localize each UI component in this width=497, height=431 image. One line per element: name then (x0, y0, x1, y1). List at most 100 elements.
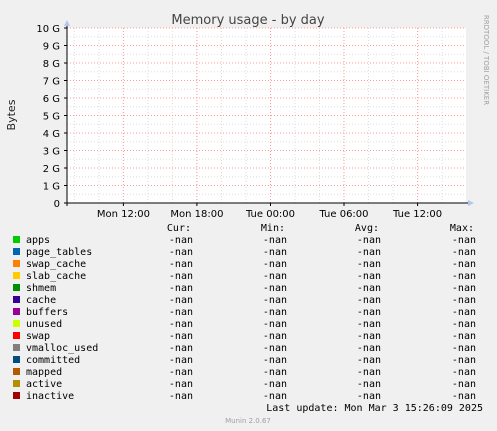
legend-series-name: committed (26, 355, 80, 366)
y-tick-label: 3 G (43, 147, 60, 158)
legend-value-cur: -nan (169, 331, 193, 342)
y-tick-label: 6 G (43, 94, 60, 105)
legend-series-name: cache (26, 295, 56, 306)
legend-header: Min: (261, 223, 285, 234)
x-tick-label: Tue 00:00 (245, 209, 295, 220)
y-axis-ticks: 0 1 G 2 G 3 G 4 G 5 G 6 G 7 G 8 G 9 G 10 G (36, 24, 67, 210)
legend-value-min: -nan (263, 295, 287, 306)
x-tick-label: Tue 12:00 (392, 209, 442, 220)
legend-value-avg: -nan (357, 355, 381, 366)
legend-value-min: -nan (263, 379, 287, 390)
x-tick-label: Tue 06:00 (318, 209, 368, 220)
legend-value-min: -nan (263, 331, 287, 342)
legend-swatch (13, 344, 20, 351)
last-update-text: Last update: Mon Mar 3 15:26:09 2025 (266, 403, 483, 414)
legend-value-avg: -nan (357, 271, 381, 282)
legend-value-min: -nan (263, 235, 287, 246)
legend-swatch (13, 308, 20, 315)
legend-value-max: -nan (452, 367, 476, 378)
legend-value-max: -nan (452, 319, 476, 330)
legend-swatch (13, 260, 20, 267)
legend-value-max: -nan (452, 355, 476, 366)
chart-title: Memory usage - by day (171, 13, 324, 28)
x-axis-arrow (468, 200, 474, 206)
legend-value-cur: -nan (169, 307, 193, 318)
legend-series-name: buffers (26, 307, 68, 318)
legend-value-max: -nan (452, 271, 476, 282)
x-tick-label: Mon 12:00 (97, 209, 150, 220)
legend-value-avg: -nan (357, 259, 381, 270)
legend-value-cur: -nan (169, 235, 193, 246)
legend-header: Cur: (167, 223, 191, 234)
legend-series-name: swap (26, 331, 50, 342)
legend-series-name: slab_cache (26, 271, 86, 282)
legend-series-name: active (26, 379, 62, 390)
legend-value-max: -nan (452, 247, 476, 258)
legend-value-avg: -nan (357, 379, 381, 390)
munin-version-footer: Munin 2.0.67 (225, 417, 271, 425)
legend-series-name: inactive (26, 391, 74, 402)
legend-value-max: -nan (452, 331, 476, 342)
y-tick-label: 9 G (43, 42, 60, 53)
legend-value-min: -nan (263, 343, 287, 354)
x-axis-ticks: Mon 12:00 Mon 18:00 Tue 00:00 Tue 06:00 Tue … (97, 203, 442, 220)
legend-value-min: -nan (263, 367, 287, 378)
legend-series-name: swap_cache (26, 259, 86, 270)
legend-value-min: -nan (263, 271, 287, 282)
legend-swatch (13, 392, 20, 399)
legend-value-max: -nan (452, 295, 476, 306)
legend-series-name: unused (26, 319, 62, 330)
legend-value-max: -nan (452, 343, 476, 354)
rrdtool-watermark: RRDTOOL / TOBI OETIKER (482, 15, 490, 105)
legend-value-cur: -nan (169, 259, 193, 270)
legend-value-avg: -nan (357, 331, 381, 342)
legend-value-max: -nan (452, 235, 476, 246)
legend-value-cur: -nan (169, 391, 193, 402)
legend-swatch (13, 368, 20, 375)
legend-value-avg: -nan (357, 247, 381, 258)
legend-header: Avg: (355, 223, 379, 234)
y-axis-label: Bytes (5, 99, 18, 130)
legend-value-cur: -nan (169, 355, 193, 366)
legend-value-min: -nan (263, 355, 287, 366)
legend-value-avg: -nan (357, 307, 381, 318)
y-tick-label: 2 G (43, 164, 60, 175)
legend-value-avg: -nan (357, 235, 381, 246)
legend-series-name: vmalloc_used (26, 343, 98, 354)
legend-value-max: -nan (452, 379, 476, 390)
legend-value-min: -nan (263, 307, 287, 318)
legend-value-cur: -nan (169, 295, 193, 306)
legend: Cur: Min: Avg: Max:apps -nan -nan -nan -nanpage… (13, 223, 476, 402)
legend-swatch (13, 272, 20, 279)
legend-value-min: -nan (263, 247, 287, 258)
legend-value-avg: -nan (357, 391, 381, 402)
legend-value-min: -nan (263, 283, 287, 294)
y-tick-label: 5 G (43, 112, 60, 123)
legend-value-avg: -nan (357, 343, 381, 354)
legend-value-cur: -nan (169, 319, 193, 330)
y-axis-arrow (64, 20, 70, 26)
legend-swatch (13, 320, 20, 327)
x-tick-label: Mon 18:00 (170, 209, 223, 220)
legend-swatch (13, 356, 20, 363)
y-tick-label: 8 G (43, 59, 60, 70)
legend-swatch (13, 332, 20, 339)
legend-value-cur: -nan (169, 283, 193, 294)
legend-value-avg: -nan (357, 295, 381, 306)
legend-value-avg: -nan (357, 283, 381, 294)
legend-value-min: -nan (263, 391, 287, 402)
y-tick-label: 0 (54, 199, 60, 210)
legend-value-min: -nan (263, 319, 287, 330)
legend-value-cur: -nan (169, 367, 193, 378)
legend-series-name: shmem (26, 283, 56, 294)
memory-usage-chart: Memory usage - by day Bytes RRDTOOL / TO… (5, 13, 490, 425)
legend-value-cur: -nan (169, 271, 193, 282)
legend-header: Max: (450, 223, 474, 234)
legend-value-cur: -nan (169, 379, 193, 390)
legend-swatch (13, 380, 20, 387)
legend-value-cur: -nan (169, 343, 193, 354)
legend-series-name: apps (26, 235, 50, 246)
legend-value-max: -nan (452, 391, 476, 402)
legend-swatch (13, 284, 20, 291)
legend-value-max: -nan (452, 307, 476, 318)
